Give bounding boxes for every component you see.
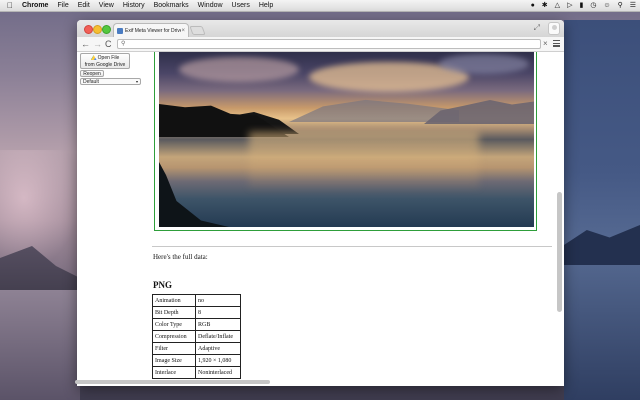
table-row: Bit Depth 8 xyxy=(152,306,241,319)
table-row: Animation no xyxy=(152,294,241,307)
desktop-water xyxy=(0,290,80,400)
menu-window[interactable]: Window xyxy=(198,0,223,11)
tab-close-icon[interactable]: × xyxy=(181,28,185,34)
table-row: Image Size 1,920 × 1,080 xyxy=(152,354,241,367)
menu-history[interactable]: History xyxy=(123,0,145,11)
menu-users[interactable]: Users xyxy=(232,0,250,11)
clock-icon[interactable]: ◷ xyxy=(590,0,596,11)
display-mode-select[interactable]: Default ▾ xyxy=(80,78,141,85)
table-value: 1,920 × 1,080 xyxy=(195,354,241,367)
table-row: Filter Adaptive xyxy=(152,342,241,355)
clear-icon[interactable]: × xyxy=(543,38,548,50)
menu-help[interactable]: Help xyxy=(259,0,273,11)
tab-exif-viewer[interactable]: Exif Meta Viewer for Drive × xyxy=(113,23,189,37)
preview-image xyxy=(159,52,534,227)
cloud-shape xyxy=(439,54,529,74)
menu-icon[interactable] xyxy=(553,40,560,47)
control-panel: Open File from Google Drive Reopen Defau… xyxy=(80,53,144,85)
new-tab-button[interactable] xyxy=(189,26,206,35)
section-title: PNG xyxy=(153,280,172,290)
search-icon: ⚲ xyxy=(121,41,126,47)
tab-favicon-icon xyxy=(117,27,123,34)
bluetooth-icon[interactable]: ✱ xyxy=(542,0,548,11)
page-content: Open File from Google Drive Reopen Defau… xyxy=(77,52,564,386)
menu-app-chrome[interactable]: Chrome xyxy=(22,0,48,11)
window-minimize-button[interactable] xyxy=(93,25,102,34)
menu-edit[interactable]: Edit xyxy=(78,0,90,11)
fullscreen-icon[interactable]: ⤢ xyxy=(534,23,540,33)
address-bar[interactable]: ⚲ xyxy=(117,39,541,49)
table-key: Bit Depth xyxy=(152,306,196,319)
table-key: Image Size xyxy=(152,354,196,367)
tab-title: Exif Meta Viewer for Drive xyxy=(125,27,182,34)
open-file-label: Open File xyxy=(97,55,120,61)
menu-view[interactable]: View xyxy=(99,0,114,11)
profile-avatar-icon[interactable] xyxy=(548,22,560,35)
table-value: no xyxy=(195,294,241,307)
back-button[interactable]: ← xyxy=(81,38,90,50)
wifi-icon[interactable]: △ xyxy=(555,0,560,11)
shore-shape xyxy=(159,162,229,227)
user-icon[interactable]: ☺ xyxy=(603,0,610,11)
reopen-button[interactable]: Reopen xyxy=(80,70,104,77)
metadata-table: Animation no Bit Depth 8 Color Type RGB Com… xyxy=(152,294,241,379)
table-row: Color Type RGB xyxy=(152,318,241,331)
status-tray: ● ✱ △ ▷ ▮ ◷ ☺ ⚲ ☰ xyxy=(524,0,636,11)
table-key: Compression xyxy=(152,330,196,343)
toolbar: ← → C ⚲ × xyxy=(77,37,564,52)
table-key: Interlace xyxy=(152,366,196,379)
full-data-intro: Here's the full data: xyxy=(153,253,208,261)
select-value: Default xyxy=(83,79,99,85)
table-value: Deflate/Inflate xyxy=(195,330,241,343)
table-key: Color Type xyxy=(152,318,196,331)
table-value: RGB xyxy=(195,318,241,331)
google-drive-icon xyxy=(90,55,97,61)
apple-icon[interactable]:  xyxy=(7,1,16,10)
table-key: Filter xyxy=(152,342,196,355)
vertical-scrollbar[interactable] xyxy=(557,52,563,382)
cloud-shape xyxy=(179,57,299,82)
volume-icon[interactable]: ▷ xyxy=(567,0,572,11)
chevron-down-icon: ▾ xyxy=(135,79,138,84)
vertical-scroll-thumb[interactable] xyxy=(557,192,562,312)
table-value: Adaptive xyxy=(195,342,241,355)
forward-button[interactable]: → xyxy=(93,38,102,50)
evernote-icon[interactable]: ● xyxy=(531,0,535,11)
window-zoom-button[interactable] xyxy=(102,25,111,34)
window-close-button[interactable] xyxy=(84,25,93,34)
table-value: Noninterlaced xyxy=(195,366,241,379)
browser-window: Exif Meta Viewer for Drive × ⤢ ← → C ⚲ ×… xyxy=(77,20,564,386)
horizontal-scrollbar[interactable] xyxy=(75,380,270,385)
open-file-button[interactable]: Open File from Google Drive xyxy=(80,53,130,69)
divider xyxy=(152,246,552,247)
desktop-right-background xyxy=(564,20,640,400)
list-icon[interactable]: ☰ xyxy=(630,0,636,11)
reload-button[interactable]: C xyxy=(105,38,112,50)
table-row: Interlace Noninterlaced xyxy=(152,366,241,379)
menu-bar:  Chrome File Edit View History Bookmark… xyxy=(0,0,640,12)
search-icon[interactable]: ⚲ xyxy=(618,0,623,11)
water-reflection xyxy=(249,132,479,187)
horizontal-scroll-thumb[interactable] xyxy=(75,380,270,384)
menu-file[interactable]: File xyxy=(57,0,68,11)
tab-strip: Exif Meta Viewer for Drive × ⤢ xyxy=(77,20,564,37)
desktop-glow xyxy=(0,150,80,270)
table-value: 8 xyxy=(195,306,241,319)
table-row: Compression Deflate/Inflate xyxy=(152,330,241,343)
menu-bookmarks[interactable]: Bookmarks xyxy=(154,0,189,11)
battery-icon[interactable]: ▮ xyxy=(579,0,583,11)
table-key: Animation xyxy=(152,294,196,307)
open-file-sublabel: from Google Drive xyxy=(84,62,126,68)
